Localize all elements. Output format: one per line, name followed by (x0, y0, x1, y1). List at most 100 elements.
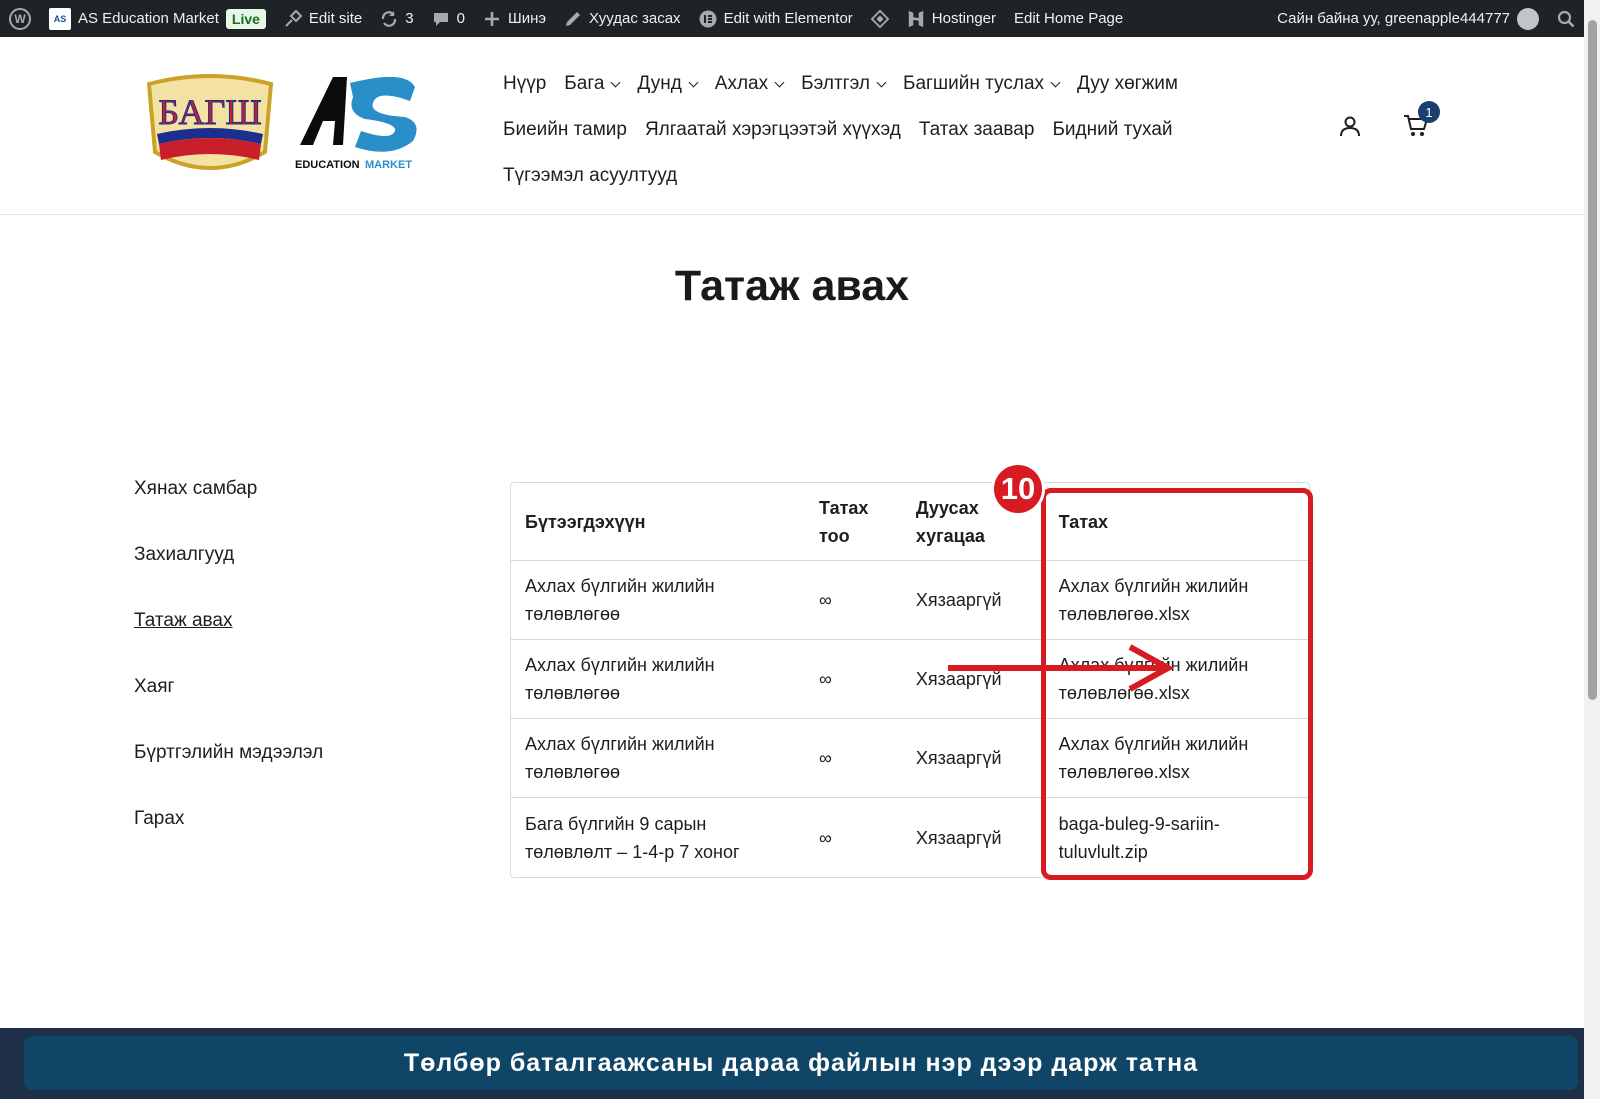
nav-label: Бага (564, 73, 605, 94)
account-nav-dashboard[interactable]: Хянах самбар (134, 478, 323, 544)
header-text: тоо (819, 525, 850, 546)
wp-admin-bar: W AS AS Education Market Live Edit site … (0, 0, 1584, 37)
page-title: Татаж авах (674, 262, 910, 310)
site-icon: AS (49, 7, 71, 30)
nav-faq[interactable]: Түгээмэл асуултууд (503, 165, 677, 187)
new-content-menu[interactable]: Шинэ (474, 0, 555, 37)
product-cell[interactable]: Бага бүлгийн 9 сарын төлөвлөлт – 1-4-р 7 … (511, 798, 805, 877)
site-name-menu[interactable]: AS AS Education Market Live (40, 0, 275, 37)
new-label: Шинэ (507, 10, 547, 27)
edit-home-label: Edit Home Page (1014, 10, 1124, 27)
nav-label: Бэлтгэл (801, 73, 870, 94)
product-name: Бага бүлгийн 9 сарын (525, 813, 707, 834)
account-nav-logout[interactable]: Гарах (134, 808, 323, 874)
nav-label: Нүүр (503, 73, 547, 94)
tutorial-caption: Төлбөр баталгаажсаны дараа файлын нэр дэ… (24, 1036, 1578, 1090)
wp-logo-menu[interactable]: W (0, 0, 40, 37)
account-navigation: Хянах самбар Захиалгууд Татаж авах Хаяг … (134, 478, 323, 874)
elementor-link[interactable]: Edit with Elementor (690, 0, 862, 37)
nav-row-1: Нүүр Бага Дунд Ахлах Бэлтгэл Багшийн тус… (503, 61, 1223, 107)
chevron-down-icon (1050, 77, 1061, 87)
nav-music[interactable]: Дуу хөгжим (1077, 73, 1178, 95)
product-name: Ахлах бүлгийн жилийн (525, 655, 715, 675)
nav-ahlah[interactable]: Ахлах (714, 73, 785, 95)
expires-cell: Хязааргүй (901, 561, 1045, 640)
updates-count: 3 (405, 10, 414, 27)
svg-text:MARKET: MARKET (365, 159, 412, 171)
comments-link[interactable]: 0 (423, 0, 474, 37)
account-nav-addresses[interactable]: Хаяг (134, 676, 323, 742)
product-cell[interactable]: Ахлах бүлгийн жилийн төлөвлөгөө (511, 640, 806, 719)
plus-icon (483, 10, 501, 28)
account-nav-orders[interactable]: Захиалгууд (134, 544, 323, 610)
nav-beltgel[interactable]: Бэлтгэл (801, 73, 887, 95)
product-name: төлөвлөлт – 1-4-р 7 хоног (525, 841, 740, 862)
nav-label: Ахлах (714, 73, 769, 94)
wordpress-icon: W (9, 7, 31, 30)
svg-text:EDUCATION: EDUCATION (295, 159, 360, 171)
svg-text:БАГШ: БАГШ (158, 92, 261, 132)
nav-pe[interactable]: Биеийн тамир (503, 119, 627, 141)
hostinger-label: Hostinger (931, 10, 996, 27)
chevron-down-icon (876, 77, 887, 87)
nav-teacher-helper[interactable]: Багшийн туслах (903, 73, 1061, 95)
header-text: Татах (819, 497, 869, 518)
comments-count: 0 (456, 10, 465, 27)
nav-label: Дунд (637, 73, 682, 94)
as-education-market-logo[interactable]: EDUCATION MARKET (295, 75, 425, 175)
nav-label: Дуу хөгжим (1077, 73, 1178, 94)
edit-page-link[interactable]: Хуудас засах (555, 0, 690, 37)
product-cell[interactable]: Ахлах бүлгийн жилийн төлөвлөгөө (511, 719, 806, 798)
nav-home[interactable]: Нүүр (503, 73, 546, 95)
nav-baga[interactable]: Бага (564, 73, 621, 95)
nav-row-3: Түгээмэл асуултууд (503, 153, 1223, 199)
edit-home-link[interactable]: Edit Home Page (1005, 0, 1132, 37)
product-name: Ахлах бүлгийн жилийн (525, 734, 715, 754)
user-account-icon[interactable] (1338, 114, 1362, 138)
greeting-text: Сайн байна уу, greenapple444777 (1277, 10, 1510, 27)
account-nav-downloads[interactable]: Татаж авах (134, 610, 323, 676)
nav-download-guide[interactable]: Татах заавар (919, 119, 1035, 141)
nav-dund[interactable]: Дунд (637, 73, 699, 95)
header-downloads-remaining: Татах тоо (805, 483, 902, 561)
header-product: Бүтээгдэхүүн (511, 483, 806, 561)
product-name: төлөвлөгөө (525, 604, 621, 624)
chevron-down-icon (610, 77, 621, 87)
diamond-menu[interactable] (862, 0, 898, 37)
search-icon (1557, 10, 1575, 28)
nav-about[interactable]: Бидний тухай (1052, 119, 1172, 141)
elementor-label: Edit with Elementor (723, 10, 853, 27)
cart-count-badge: 1 (1418, 101, 1440, 123)
hostinger-menu[interactable]: Hostinger (898, 0, 1005, 37)
chevron-down-icon (774, 77, 785, 87)
edit-site-link[interactable]: Edit site (275, 0, 371, 37)
refresh-icon (380, 10, 398, 28)
page-scrollbar[interactable] (1584, 0, 1600, 1099)
scrollbar-thumb[interactable] (1588, 20, 1597, 700)
annotation-step-badge: 10 (991, 462, 1045, 516)
chevron-down-icon (688, 77, 699, 87)
annotation-arrow-icon (948, 644, 1173, 692)
site-name: AS Education Market (78, 10, 219, 27)
expires-cell: Хязааргүй (901, 719, 1045, 798)
nav-special-needs[interactable]: Ялгаатай хэрэгцээтэй хүүхэд (645, 119, 901, 141)
admin-search[interactable] (1548, 0, 1584, 37)
bagsh-logo[interactable]: БАГШ (145, 72, 275, 177)
remaining-cell: ∞ (819, 827, 832, 848)
product-cell[interactable]: Ахлах бүлгийн жилийн төлөвлөгөө (511, 561, 806, 640)
site-header: БАГШ EDUCATION MARKET Нүүр Бага Дунд Ахл… (0, 37, 1584, 215)
diamond-icon (870, 9, 889, 28)
primary-nav: Нүүр Бага Дунд Ахлах Бэлтгэл Багшийн тус… (503, 61, 1223, 199)
updates-link[interactable]: 3 (371, 0, 422, 37)
remaining-cell: ∞ (805, 640, 902, 719)
comment-icon (432, 10, 450, 28)
edit-page-label: Хуудас засах (589, 10, 681, 27)
hostinger-icon (907, 10, 925, 28)
elementor-icon (699, 10, 717, 28)
account-nav-account-details[interactable]: Бүртгэлийн мэдээлэл (134, 742, 323, 808)
product-name: Ахлах бүлгийн жилийн (525, 576, 715, 596)
account-menu[interactable]: Сайн байна уу, greenapple444777 (1268, 0, 1548, 37)
remaining-cell: ∞ (805, 719, 902, 798)
product-name: төлөвлөгөө (525, 762, 621, 782)
edit-site-label: Edit site (308, 10, 363, 27)
